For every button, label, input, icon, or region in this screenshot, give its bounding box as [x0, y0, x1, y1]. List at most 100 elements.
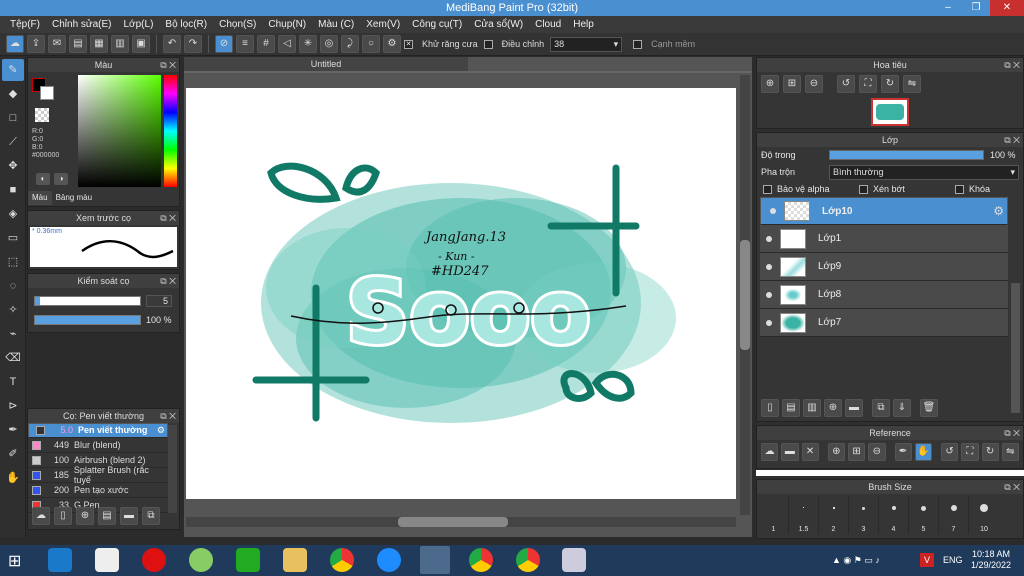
add-layer-menu-icon[interactable]: ⊕: [824, 399, 842, 417]
zoom-fit-icon[interactable]: ⊞: [783, 75, 801, 93]
hand-icon[interactable]: ✋: [914, 443, 932, 461]
tab-color[interactable]: Màu: [28, 191, 52, 205]
layer-opacity-slider[interactable]: [829, 150, 984, 160]
brush-size-slider[interactable]: [34, 296, 141, 306]
vanish-snap-icon[interactable]: ◁: [278, 35, 296, 53]
zoom-out-icon[interactable]: ⊖: [805, 75, 823, 93]
document-tab[interactable]: Untitled: [184, 57, 468, 71]
menu-file[interactable]: Tệp(F): [4, 19, 46, 30]
menu-select[interactable]: Chọn(S): [213, 19, 262, 30]
saturation-value-picker[interactable]: [78, 75, 161, 187]
navigator-thumbnail[interactable]: [871, 98, 909, 126]
protect-alpha-checkbox[interactable]: [763, 184, 772, 194]
palette-icon[interactable]: ◐: [36, 173, 50, 185]
clip-checkbox[interactable]: [859, 184, 868, 194]
cloud-icon[interactable]: ☁: [761, 443, 779, 461]
snap-off-icon[interactable]: ⊘: [215, 35, 233, 53]
new-layer-icon[interactable]: ▯: [761, 399, 779, 417]
magic-wand-tool-icon[interactable]: ✧: [2, 299, 24, 321]
file-explorer-icon[interactable]: [283, 548, 307, 572]
menu-color[interactable]: Màu (C): [312, 19, 360, 30]
hand-tool-icon[interactable]: ✋: [2, 467, 24, 489]
chrome-profile-icon[interactable]: [469, 548, 493, 572]
size-cell[interactable]: 5: [909, 496, 939, 534]
gear-icon[interactable]: ⚙: [157, 424, 165, 437]
tab-palette[interactable]: Bảng màu: [52, 191, 96, 205]
select-rect-tool-icon[interactable]: ⬚: [2, 251, 24, 273]
redo-icon[interactable]: ↷: [184, 35, 202, 53]
zalo-icon[interactable]: [377, 548, 401, 572]
menu-tools[interactable]: Công cụ(T): [406, 19, 468, 30]
maximize-button[interactable]: ❐: [962, 0, 990, 16]
snap-settings-icon[interactable]: ⚙: [383, 35, 401, 53]
canvas-page[interactable]: Sooo JangJang.13 - Kun - #HD247: [186, 88, 736, 499]
copy-brush-icon[interactable]: ⧉: [142, 507, 160, 525]
size-cell[interactable]: 7: [939, 496, 969, 534]
brush-item[interactable]: 5.0 Pen viết thường ⚙: [28, 423, 168, 438]
blend-select[interactable]: Bình thường ▾: [829, 164, 1019, 180]
brush-list-scrollbar[interactable]: [168, 425, 177, 513]
rotate-right-icon[interactable]: ↻: [881, 75, 899, 93]
layout-icon[interactable]: ▣: [132, 35, 150, 53]
brush-tool-icon[interactable]: ✎: [2, 59, 24, 81]
zoom-out-icon[interactable]: ⊖: [868, 443, 886, 461]
close-button[interactable]: ✕: [990, 0, 1024, 16]
visibility-icon[interactable]: [766, 291, 772, 298]
folder-icon[interactable]: ▬: [845, 399, 863, 417]
rect-fill-tool-icon[interactable]: ■: [2, 179, 24, 201]
chrome-icon[interactable]: [330, 548, 354, 572]
share-icon[interactable]: ⇪: [27, 35, 45, 53]
bucket-tool-icon[interactable]: ◈: [2, 203, 24, 225]
gradient-tool-icon[interactable]: ▭: [2, 227, 24, 249]
visibility-icon[interactable]: [770, 208, 776, 214]
rotate-left-icon[interactable]: ↺: [837, 75, 855, 93]
panel-icon[interactable]: ▤: [69, 35, 87, 53]
visibility-icon[interactable]: [766, 235, 772, 242]
line-tool-icon[interactable]: ⟋: [2, 131, 24, 153]
opera-icon[interactable]: [142, 548, 166, 572]
fit-icon[interactable]: ⛶: [859, 75, 877, 93]
panel-close-icon[interactable]: ⧉ ✕: [160, 211, 176, 225]
eraser-tool-icon[interactable]: ◆: [2, 83, 24, 105]
size-cell[interactable]: 3: [849, 496, 879, 534]
flip-icon[interactable]: ⇋: [1001, 443, 1019, 461]
soft-edge-checkbox[interactable]: [633, 39, 643, 49]
new-halftone-layer-icon[interactable]: ▤: [782, 399, 800, 417]
layer-scrollbar[interactable]: [1011, 283, 1020, 413]
pen-tool-icon[interactable]: ✐: [2, 443, 24, 465]
layer-row[interactable]: Lớp9: [760, 253, 1008, 281]
add-brush-icon[interactable]: ⊕: [76, 507, 94, 525]
file-icon[interactable]: [95, 548, 119, 572]
edit-brush-icon[interactable]: ▤: [98, 507, 116, 525]
layer-row[interactable]: Lớp1: [760, 225, 1008, 253]
lock-checkbox[interactable]: [955, 184, 964, 194]
canvas-vertical-scrollbar[interactable]: [740, 75, 750, 515]
system-tray-icons[interactable]: ▲ ◉ ⚑ ▭ ♪: [832, 555, 880, 566]
merge-layer-icon[interactable]: ⇓: [893, 399, 911, 417]
panel-close-icon[interactable]: ⧉ ✕: [160, 58, 176, 72]
antialias-checkbox[interactable]: ✕: [404, 39, 413, 49]
canvas-horizontal-scrollbar[interactable]: [186, 517, 736, 527]
brush-opacity-slider[interactable]: [34, 315, 141, 325]
internet-explorer-icon[interactable]: [48, 548, 72, 572]
menu-window[interactable]: Cửa sổ(W): [468, 19, 529, 30]
layer-row[interactable]: Lớp10 ⚙: [760, 197, 1008, 225]
vivaldi-icon[interactable]: V: [920, 553, 934, 567]
ellipse-snap-icon[interactable]: ○: [362, 35, 380, 53]
menu-snap[interactable]: Chụp(N): [262, 19, 312, 30]
app-icon[interactable]: [189, 548, 213, 572]
folder-icon[interactable]: ▬: [120, 507, 138, 525]
brush-item[interactable]: 449 Blur (blend): [28, 438, 168, 453]
scroll-thumb[interactable]: [398, 517, 508, 527]
panel-close-icon[interactable]: ⧉ ✕: [1004, 480, 1020, 494]
brush-item[interactable]: 200 Pen tạo xước: [28, 483, 168, 498]
duplicate-layer-icon[interactable]: ⧉: [872, 399, 890, 417]
eyedropper-icon[interactable]: ✒: [894, 443, 912, 461]
visibility-icon[interactable]: [766, 263, 772, 270]
clock[interactable]: 10:18 AM 1/29/2022: [968, 549, 1014, 571]
comment-icon[interactable]: ✉: [48, 35, 66, 53]
menu-help[interactable]: Help: [567, 19, 600, 30]
parallel-snap-icon[interactable]: ≡: [236, 35, 254, 53]
panel-close-icon[interactable]: ⧉ ✕: [1004, 58, 1020, 72]
transparent-color-swatch[interactable]: [35, 108, 49, 122]
